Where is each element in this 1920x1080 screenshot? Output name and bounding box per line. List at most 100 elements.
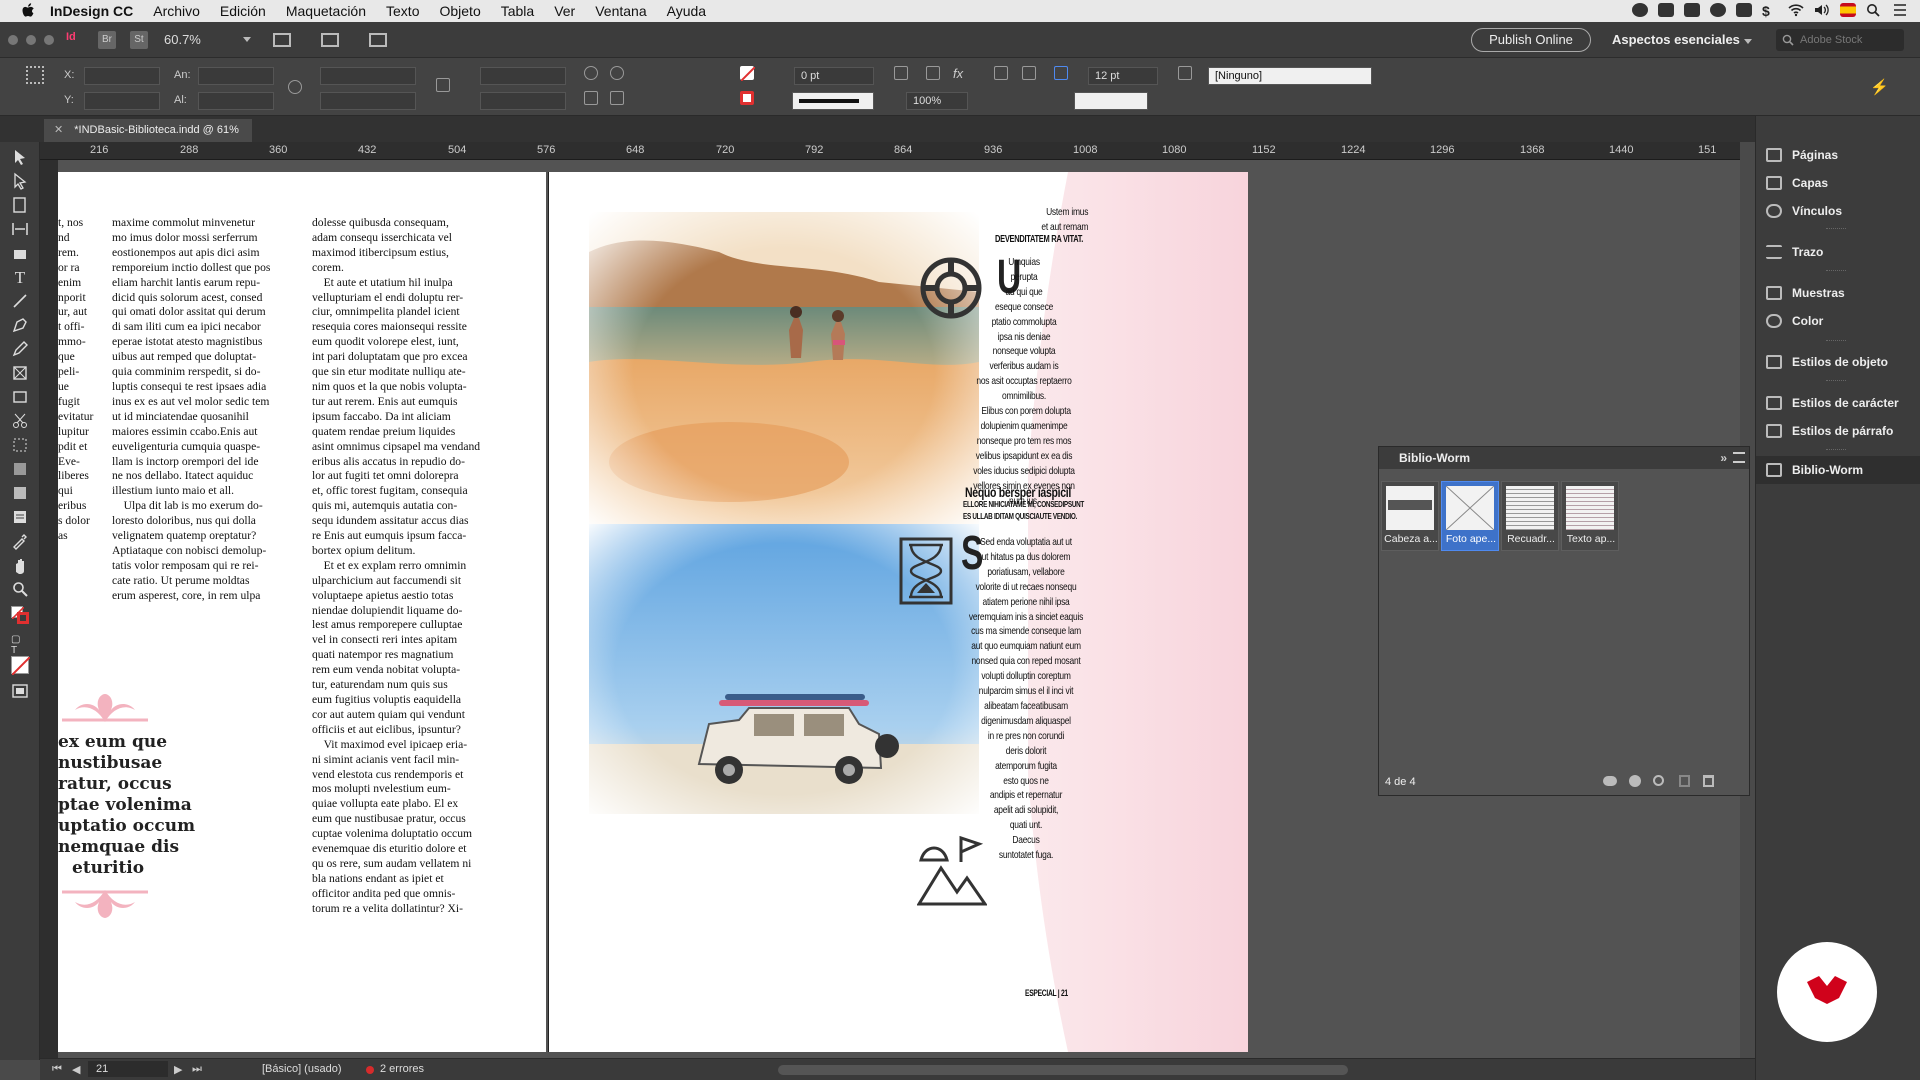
pencil-tool-icon[interactable]: [11, 340, 29, 358]
collapse-panel-icon[interactable]: »: [1720, 447, 1727, 469]
gutter-field[interactable]: 12 pt: [1088, 67, 1158, 85]
bridge-button[interactable]: Br: [98, 30, 116, 49]
menu-ver[interactable]: Ver: [554, 3, 575, 19]
gradient-feather-tool-icon[interactable]: [11, 484, 29, 502]
zoom-dropdown-icon[interactable]: [242, 37, 251, 42]
panel-color[interactable]: Color: [1756, 307, 1920, 335]
document-tab[interactable]: ✕ *INDBasic-Biblioteca.indd @ 61%: [44, 119, 252, 142]
opacity-field[interactable]: 100%: [906, 92, 968, 110]
panel-links[interactable]: Vínculos: [1756, 197, 1920, 225]
arrange-documents-icon[interactable]: [368, 32, 387, 47]
eyedropper-tool-icon[interactable]: [11, 532, 29, 550]
zoom-level-field[interactable]: 60.7%: [164, 32, 201, 47]
note-tool-icon[interactable]: [11, 508, 29, 526]
screen-mode-tool-icon[interactable]: [11, 682, 29, 700]
frame-fitting-icon[interactable]: [894, 66, 908, 80]
workspace-switcher[interactable]: Aspectos esenciales: [1612, 32, 1752, 47]
direct-selection-tool-icon[interactable]: [11, 172, 29, 190]
apply-none-icon[interactable]: [11, 656, 31, 676]
library-item[interactable]: Recuadr...: [1501, 481, 1559, 551]
hourglass-icon[interactable]: [899, 537, 953, 605]
stock-button[interactable]: St: [130, 30, 148, 49]
scale-x-field[interactable]: [320, 67, 416, 85]
panel-swatches[interactable]: Muestras: [1756, 279, 1920, 307]
align-left-icon[interactable]: [994, 66, 1008, 80]
reference-point-icon[interactable]: [26, 66, 44, 84]
panel-object-styles[interactable]: Estilos de objeto: [1756, 348, 1920, 376]
panel-menu-icon[interactable]: [1733, 452, 1745, 463]
gradient-swatch-tool-icon[interactable]: [11, 460, 29, 478]
close-tab-icon[interactable]: ✕: [54, 124, 63, 136]
auto-fit-icon[interactable]: [1054, 66, 1068, 80]
page-tool-icon[interactable]: [11, 196, 29, 214]
type-tool-icon[interactable]: T: [11, 268, 29, 287]
window-close-button[interactable]: [8, 34, 18, 45]
text-column-2[interactable]: dolesse quibusda consequam, adam consequ…: [312, 216, 496, 917]
stroke-swatch-icon[interactable]: [740, 91, 754, 105]
dollar-icon[interactable]: $: [1762, 3, 1778, 19]
rectangle-tool-icon[interactable]: [11, 388, 29, 406]
menu-ventana[interactable]: Ventana: [595, 3, 646, 19]
y-field[interactable]: [84, 92, 160, 110]
menu-edicion[interactable]: Edición: [220, 3, 266, 19]
search-library-icon[interactable]: [1653, 775, 1664, 786]
vertical-ruler[interactable]: [40, 160, 58, 1060]
stroke-color-select[interactable]: [1074, 92, 1148, 110]
align-center-icon[interactable]: [1022, 66, 1036, 80]
app-status-icon[interactable]: [1658, 3, 1674, 17]
lock-scale-icon[interactable]: [436, 78, 450, 92]
cloud-icon[interactable]: [1736, 3, 1752, 17]
previous-page-icon[interactable]: ◀: [72, 1063, 80, 1076]
first-page-icon[interactable]: ⏮: [52, 1063, 62, 1076]
quick-apply-icon[interactable]: ⚡: [1870, 78, 1889, 96]
flag-icon[interactable]: [1840, 3, 1856, 17]
body-text-block-1[interactable]: Umquias perupta ad qui que eseque consec…: [963, 256, 1086, 509]
stroke-weight-field[interactable]: 0 pt: [794, 67, 874, 85]
trash-icon[interactable]: [1703, 775, 1714, 787]
page-number-field[interactable]: 21: [88, 1061, 168, 1077]
notifications-icon[interactable]: [1892, 3, 1908, 17]
menu-ayuda[interactable]: Ayuda: [667, 3, 706, 19]
rotate-ccw-icon[interactable]: [610, 66, 624, 80]
pull-quote[interactable]: ex eum que nustibusae ratur, occus ptae …: [58, 732, 198, 879]
free-transform-tool-icon[interactable]: [11, 436, 29, 454]
window-minimize-button[interactable]: [26, 34, 36, 45]
rotation-field[interactable]: [480, 67, 566, 85]
x-field[interactable]: [84, 67, 160, 85]
menu-maquetacion[interactable]: Maquetación: [286, 3, 366, 19]
panel-layers[interactable]: Capas: [1756, 169, 1920, 197]
record-icon[interactable]: [1632, 3, 1648, 17]
new-item-icon[interactable]: [1679, 775, 1690, 787]
panel-pages[interactable]: Páginas: [1756, 141, 1920, 169]
library-panel[interactable]: Biblio-Worm » Cabeza a... Foto ape... Re…: [1378, 446, 1750, 796]
panel-stroke[interactable]: Trazo: [1756, 238, 1920, 266]
fill-swatch-icon[interactable]: [740, 66, 756, 82]
rotate-cw-icon[interactable]: [584, 66, 598, 80]
library-item[interactable]: Foto ape...: [1441, 481, 1499, 551]
library-panel-header[interactable]: Biblio-Worm »: [1379, 447, 1749, 469]
dropbox-icon[interactable]: [1684, 3, 1700, 17]
selection-tool-icon[interactable]: [11, 148, 29, 166]
preflight-errors[interactable]: 2 errores: [380, 1063, 424, 1075]
menu-tabla[interactable]: Tabla: [501, 3, 534, 19]
panel-character-styles[interactable]: Estilos de carácter: [1756, 389, 1920, 417]
adobe-stock-search[interactable]: Adobe Stock: [1776, 29, 1904, 51]
object-style-icon[interactable]: [1178, 66, 1192, 80]
pen-tool-icon[interactable]: [11, 316, 29, 334]
scissors-tool-icon[interactable]: [11, 412, 29, 430]
screen-mode-icon[interactable]: [320, 32, 339, 47]
drop-shadow-icon[interactable]: [926, 66, 940, 80]
flip-horizontal-icon[interactable]: [584, 91, 598, 105]
constrain-proportions-icon[interactable]: [288, 80, 302, 94]
wifi-icon[interactable]: [1788, 3, 1804, 17]
menu-app[interactable]: InDesign CC: [50, 3, 133, 19]
panel-biblio-worm[interactable]: Biblio-Worm: [1756, 456, 1920, 484]
text-column-1[interactable]: maxime commolut minvenetur mo imus dolor…: [112, 216, 296, 604]
next-page-icon[interactable]: ▶: [174, 1063, 182, 1076]
last-page-icon[interactable]: ⏭: [192, 1063, 202, 1076]
menu-objeto[interactable]: Objeto: [439, 3, 480, 19]
publish-online-button[interactable]: Publish Online: [1471, 28, 1591, 52]
scale-y-field[interactable]: [320, 92, 416, 110]
effects-fx-icon[interactable]: fx: [953, 66, 963, 81]
intro-text[interactable]: Ustem imus et aut remam: [990, 206, 1088, 236]
